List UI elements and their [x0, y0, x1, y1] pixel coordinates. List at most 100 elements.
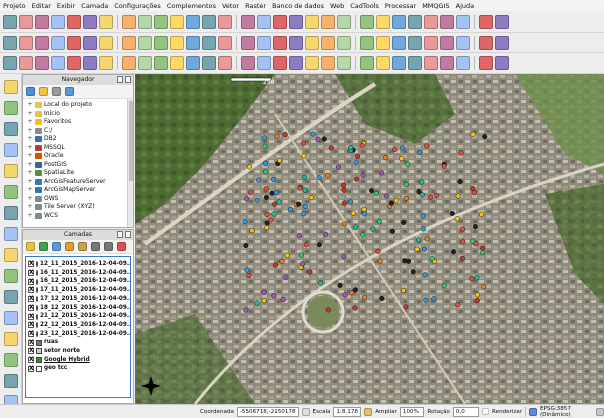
survey-point[interactable]	[401, 287, 407, 293]
survey-point[interactable]	[429, 256, 435, 262]
add-layer-icon[interactable]	[3, 164, 18, 178]
survey-point[interactable]	[249, 228, 255, 234]
editing-tool-icon[interactable]	[99, 35, 113, 50]
survey-point[interactable]	[298, 252, 304, 258]
editing-tool-icon[interactable]	[337, 35, 351, 50]
layer-visibility-checkbox[interactable]: X	[28, 313, 34, 320]
survey-point[interactable]	[469, 275, 475, 281]
menu-item[interactable]: Ajuda	[456, 2, 474, 10]
filter-legend-icon[interactable]	[65, 242, 74, 251]
survey-point[interactable]	[470, 186, 476, 192]
expand-icon[interactable]: +	[27, 136, 33, 142]
browser-item[interactable]: + ArcGisMapServer	[27, 186, 133, 195]
digitizing-tool-icon[interactable]	[99, 56, 113, 70]
expand-icon[interactable]: +	[27, 153, 33, 159]
survey-point[interactable]	[416, 237, 422, 243]
survey-point[interactable]	[458, 150, 464, 156]
survey-point[interactable]	[480, 245, 486, 251]
survey-point[interactable]	[243, 242, 249, 248]
browser-item[interactable]: + Tile Server (XYZ)	[27, 203, 133, 212]
menu-item[interactable]: Projeto	[3, 2, 26, 10]
map-navigation-tool-icon[interactable]	[408, 14, 422, 29]
add-layer-icon[interactable]	[3, 101, 18, 115]
digitizing-tool-icon[interactable]	[257, 56, 271, 70]
menu-item[interactable]: Processar	[385, 2, 416, 10]
editing-tool-icon[interactable]	[138, 35, 152, 50]
map-navigation-tool-icon[interactable]	[337, 14, 351, 29]
layer-item[interactable]: X 12_11_2015_2016-12-04-09...	[28, 260, 130, 269]
coordinate-field[interactable]: -5506718,-2150178	[236, 406, 299, 417]
survey-point[interactable]	[300, 261, 306, 267]
survey-point[interactable]	[459, 255, 465, 261]
menu-item[interactable]: Web	[330, 2, 344, 10]
browser-item[interactable]: + PostGIS	[27, 161, 133, 170]
digitizing-tool-icon[interactable]	[186, 56, 200, 70]
survey-point[interactable]	[460, 239, 466, 245]
survey-point[interactable]	[457, 179, 463, 185]
editing-tool-icon[interactable]	[424, 35, 438, 50]
add-layer-icon[interactable]	[3, 122, 18, 136]
digitizing-tool-icon[interactable]	[138, 56, 152, 70]
add-layer-icon[interactable]	[3, 227, 18, 241]
survey-point[interactable]	[403, 181, 409, 187]
refresh-icon[interactable]	[26, 87, 35, 96]
expand-icon[interactable]: +	[27, 110, 33, 117]
add-layer-icon[interactable]	[3, 206, 18, 220]
layer-visibility-checkbox[interactable]: X	[28, 278, 34, 285]
survey-point[interactable]	[264, 224, 270, 230]
survey-point[interactable]	[302, 203, 308, 209]
digitizing-tool-icon[interactable]	[408, 56, 422, 70]
render-checkbox[interactable]	[482, 408, 489, 415]
survey-point[interactable]	[322, 231, 328, 237]
open-styling-icon[interactable]	[26, 242, 35, 251]
survey-point[interactable]	[474, 275, 480, 281]
survey-point[interactable]	[399, 155, 405, 161]
survey-point[interactable]	[482, 134, 488, 140]
digitizing-tool-icon[interactable]	[392, 56, 406, 70]
survey-point[interactable]	[262, 143, 268, 149]
survey-point[interactable]	[341, 200, 347, 206]
expand-icon[interactable]: +	[27, 204, 33, 210]
survey-point[interactable]	[242, 219, 248, 225]
survey-point[interactable]	[370, 226, 376, 232]
survey-point[interactable]	[254, 300, 260, 306]
map-navigation-tool-icon[interactable]	[376, 14, 390, 29]
survey-point[interactable]	[303, 242, 309, 248]
float-panel-icon[interactable]	[117, 231, 123, 238]
survey-point[interactable]	[451, 249, 457, 255]
digitizing-tool-icon[interactable]	[321, 56, 335, 70]
add-group-icon[interactable]	[39, 242, 48, 251]
survey-point[interactable]	[271, 293, 277, 299]
expand-icon[interactable]: +	[27, 187, 33, 193]
map-navigation-tool-icon[interactable]	[19, 14, 33, 29]
layer-item[interactable]: Xgeo tcc	[28, 364, 128, 373]
map-navigation-tool-icon[interactable]	[479, 14, 493, 29]
browser-item[interactable]: + WCS	[27, 212, 133, 221]
survey-point[interactable]	[283, 274, 289, 280]
survey-point[interactable]	[248, 189, 254, 195]
digitizing-tool-icon[interactable]	[440, 56, 454, 70]
menu-item[interactable]: Exibir	[57, 2, 75, 10]
survey-point[interactable]	[474, 292, 480, 298]
digitizing-tool-icon[interactable]	[202, 56, 216, 70]
survey-point[interactable]	[352, 287, 358, 293]
survey-point[interactable]	[269, 190, 275, 196]
survey-point[interactable]	[420, 226, 426, 232]
digitizing-tool-icon[interactable]	[122, 56, 136, 70]
survey-point[interactable]	[268, 217, 274, 223]
survey-point[interactable]	[264, 220, 270, 226]
close-panel-icon[interactable]	[125, 231, 131, 238]
survey-point[interactable]	[455, 193, 461, 199]
survey-point[interactable]	[341, 254, 347, 260]
browser-scroll-thumb[interactable]	[129, 101, 133, 181]
survey-point[interactable]	[376, 219, 382, 225]
survey-point[interactable]	[352, 224, 358, 230]
layer-visibility-checkbox[interactable]: X	[28, 270, 34, 277]
layer-item[interactable]: X Google Hybrid	[28, 356, 128, 365]
survey-point[interactable]	[433, 192, 439, 198]
survey-point[interactable]	[441, 163, 447, 169]
survey-point[interactable]	[273, 190, 279, 196]
map-navigation-tool-icon[interactable]	[289, 14, 303, 29]
expand-icon[interactable]: +	[27, 127, 33, 134]
survey-point[interactable]	[328, 145, 334, 151]
